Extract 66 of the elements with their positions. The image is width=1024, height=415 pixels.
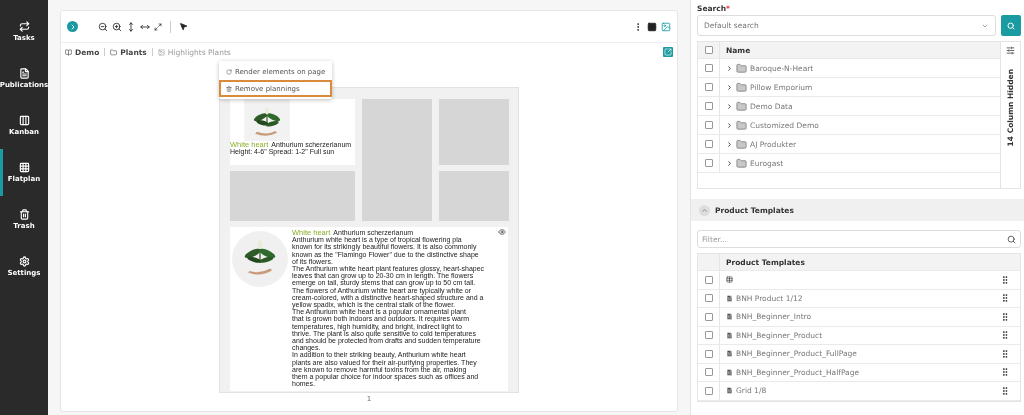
drag-handle-icon[interactable] [1000,385,1010,396]
document-icon [18,68,30,79]
document-icon [726,387,733,395]
folder-icon [110,48,118,56]
checkbox[interactable] [704,46,713,54]
document-icon [726,313,733,321]
trash-icon [226,85,232,92]
checkbox[interactable] [704,368,713,377]
fit-height-icon[interactable] [126,21,136,32]
zoom-out-icon[interactable] [98,21,108,32]
folder-icon [736,81,747,93]
folder-icon [736,119,747,131]
folder-icon [736,138,747,150]
search-button[interactable] [1001,15,1021,36]
document-icon [726,350,733,358]
checkbox[interactable] [704,294,713,303]
columns-icon [18,115,30,126]
checkbox[interactable] [704,275,713,284]
fullscreen-icon[interactable] [154,22,162,31]
chevron-up-icon [701,206,708,214]
arrows-icon [18,21,30,32]
expand-icon[interactable] [726,140,733,148]
folder-icon [736,100,747,112]
document-icon [726,331,733,339]
refresh-icon [226,68,232,75]
search-icon [1007,21,1015,30]
drag-handle-icon[interactable] [1000,274,1010,285]
checkbox[interactable] [704,312,713,321]
checkbox[interactable] [704,331,713,340]
trash-icon [18,209,30,220]
drag-handle-icon[interactable] [1000,367,1010,378]
rows-icon[interactable] [647,21,657,32]
columns-settings-icon[interactable] [1006,46,1015,55]
settings-icon [18,256,30,267]
product-item[interactable] [230,227,508,391]
checkbox[interactable] [704,386,713,395]
expand-icon[interactable] [726,83,733,91]
drag-handle-icon[interactable] [1000,293,1010,304]
checkbox[interactable] [704,140,713,148]
expand-icon[interactable] [726,121,733,129]
page-icon [157,48,165,56]
table-icon [726,276,733,284]
document-icon [726,294,733,302]
checkbox[interactable] [704,102,713,110]
expand-button[interactable] [67,21,78,32]
checkbox[interactable] [704,349,713,358]
publication-icon [65,48,72,56]
folder-icon [736,62,747,74]
document-icon [726,368,733,376]
zoom-in-icon[interactable] [112,21,122,32]
pointer-icon[interactable] [179,22,188,31]
checkbox[interactable] [704,121,713,129]
open-external-icon[interactable] [663,47,673,57]
expand-icon[interactable] [726,64,733,72]
grid-icon [18,162,30,173]
drag-handle-icon[interactable] [1000,330,1010,341]
checkbox[interactable] [704,64,713,72]
folder-icon [736,157,747,169]
expand-icon[interactable] [726,102,733,110]
eye-icon[interactable] [498,228,506,236]
checkbox[interactable] [704,159,713,167]
search-icon [1007,234,1016,244]
drag-handle-icon[interactable] [1000,311,1010,322]
checkbox[interactable] [704,83,713,91]
expand-icon[interactable] [726,159,733,167]
drag-handle-icon[interactable] [1000,348,1010,359]
